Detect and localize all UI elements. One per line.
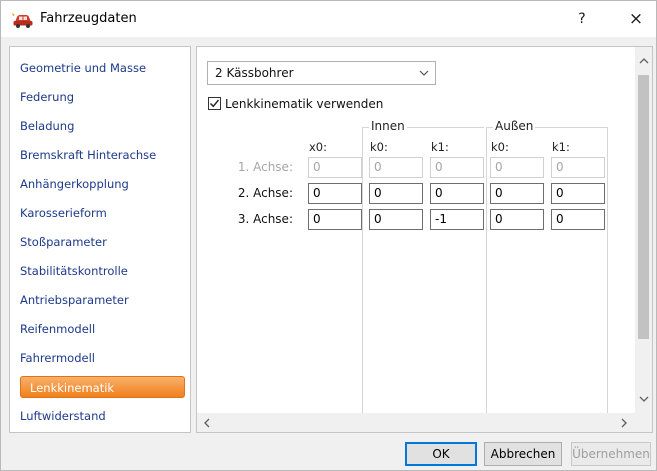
kinematics-input: 0 [308,157,362,178]
car-crash-icon [12,13,33,28]
axle-row-label: 3. Achse: [237,212,293,226]
use-kinematics-label: Lenkkinematik verwenden [225,97,384,111]
nav-item[interactable]: Antriebsparameter [10,289,190,311]
vehicle-select[interactable]: 2 Kässbohrer [207,61,436,85]
kinematics-input: 0 [490,157,544,178]
vertical-scrollbar[interactable] [635,47,652,413]
close-button[interactable]: × [621,6,651,32]
title-bar: Fahrzeugdaten ? × [1,1,656,37]
nav-item[interactable]: Luftwiderstand [10,405,190,427]
apply-button[interactable]: Übernehmen [571,442,651,466]
scroll-up-icon[interactable] [638,55,650,67]
dialog-window: Fahrzeugdaten ? × Geometrie und Masse Fed… [0,0,657,471]
nav-item[interactable]: Reifenmodell [10,318,190,340]
kinematics-input[interactable]: 0 [369,209,423,230]
column-header: k1: [552,140,570,154]
nav-item[interactable]: Fahrermodell [10,347,190,369]
window-title: Fahrzeugdaten [40,11,137,26]
cancel-button[interactable]: Abbrechen [484,442,562,466]
axle-row-label: 2. Achse: [237,186,293,200]
group-inner-left [362,127,363,417]
group-outer-label: Außen [493,119,536,133]
kinematics-input: 0 [430,157,484,178]
category-list: Geometrie und Masse Federung Beladung Brems… [9,46,191,433]
nav-item[interactable]: Bremskraft Hinterachse [10,144,190,166]
group-outer-left [486,127,487,417]
kinematics-input[interactable]: -1 [430,209,484,230]
settings-panel: 2 Kässbohrer Lenkkinematik verwenden Inn… [196,46,653,433]
column-header: k0: [491,140,509,154]
kinematics-input[interactable]: 0 [308,183,362,204]
group-inner-label: Innen [369,119,407,133]
kinematics-input[interactable]: 0 [490,183,544,204]
checkmark-icon [210,99,220,108]
column-header: k1: [431,140,449,154]
axle-row-label: 1. Achse: [237,160,293,174]
column-header: k0: [370,140,388,154]
nav-item[interactable]: Stoßparameter [10,231,190,253]
vertical-scroll-thumb[interactable] [638,75,649,339]
nav-item[interactable]: Karosserieform [10,202,190,224]
horizontal-scrollbar[interactable] [197,413,652,432]
kinematics-input[interactable]: 0 [430,183,484,204]
nav-item[interactable]: Beladung [10,115,190,137]
nav-item[interactable]: Geometrie und Masse [10,57,190,79]
kinematics-input: 0 [551,157,605,178]
kinematics-input[interactable]: 0 [490,209,544,230]
scroll-right-icon[interactable] [618,417,630,429]
help-button[interactable]: ? [567,6,597,32]
kinematics-input[interactable]: 0 [308,209,362,230]
kinematics-input: 0 [369,157,423,178]
kinematics-input[interactable]: 0 [551,209,605,230]
scroll-down-icon[interactable] [638,393,650,405]
nav-item[interactable]: Stabilitätskontrolle [10,260,190,282]
nav-item[interactable]: Lenkkinematik [20,376,185,398]
ok-button[interactable]: OK [405,442,477,466]
checkbox-box [208,97,221,110]
nav-item[interactable]: Anhängerkopplung [10,173,190,195]
column-header: x0: [309,140,327,154]
chevron-down-icon [419,70,429,76]
scroll-left-icon[interactable] [201,417,213,429]
nav-item[interactable]: Federung [10,86,190,108]
group-outer-right [607,127,608,417]
vehicle-select-value: 2 Kässbohrer [215,66,294,80]
kinematics-input[interactable]: 0 [551,183,605,204]
kinematics-input[interactable]: 0 [369,183,423,204]
